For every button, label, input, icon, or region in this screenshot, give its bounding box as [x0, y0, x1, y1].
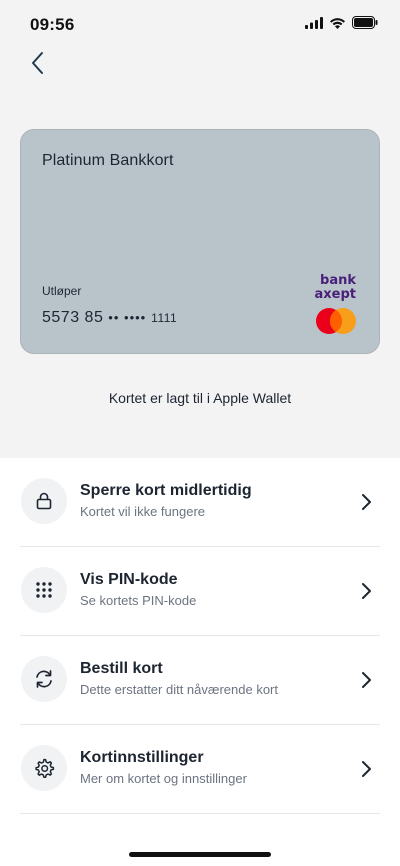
card-number: 5573 85 •• •••• 1111: [42, 309, 177, 327]
back-button[interactable]: [22, 48, 52, 82]
svg-text:axept: axept: [315, 287, 356, 301]
menu-item-subtitle: Mer om kortet og innstillinger: [80, 771, 247, 786]
gear-icon: [21, 745, 67, 791]
apple-wallet-note: Kortet er lagt til i Apple Wallet: [108, 390, 292, 406]
svg-text:bank: bank: [320, 273, 356, 288]
menu-item-subtitle: Se kortets PIN-kode: [80, 593, 197, 608]
card-name: Platinum Bankkort: [42, 152, 174, 169]
menu-item-show-pin[interactable]: Vis PIN-kode Se kortets PIN-kode: [0, 547, 400, 636]
status-time: 09:56: [30, 15, 75, 34]
wifi-icon: [329, 16, 346, 34]
menu-item-subtitle: Dette erstatter ditt nåværende kort: [80, 682, 278, 697]
battery-icon: [352, 16, 378, 34]
menu-item-title: Sperre kort midlertidig: [80, 482, 252, 499]
status-bar: 09:56: [0, 0, 400, 50]
bankaxept-logo: bank axept: [315, 273, 357, 302]
chevron-right-icon: [361, 671, 373, 689]
mastercard-logo: [314, 307, 358, 335]
chevron-right-icon: [361, 582, 373, 600]
keypad-icon: [21, 567, 67, 613]
home-indicator[interactable]: [129, 852, 271, 857]
menu-item-subtitle: Kortet vil ikke fungere: [80, 504, 206, 519]
chevron-right-icon: [361, 493, 373, 511]
card-number-last: 1111: [151, 311, 178, 325]
chevron-left-icon: [30, 51, 44, 80]
card-number-visible: 5573 85: [42, 309, 104, 326]
chevron-right-icon: [361, 760, 373, 778]
menu-item-card-settings[interactable]: Kortinnstillinger Mer om kortet og innst…: [0, 725, 400, 814]
menu-item-title: Bestill kort: [80, 660, 163, 677]
refresh-icon: [21, 656, 67, 702]
lock-icon: [21, 478, 67, 524]
menu-item-order-card[interactable]: Bestill kort Dette erstatter ditt nåvære…: [0, 636, 400, 725]
card-expiry-label: Utløper: [42, 284, 82, 298]
card-number-masked: •• ••••: [108, 310, 147, 325]
menu-item-block-card[interactable]: Sperre kort midlertidig Kortet vil ikke …: [0, 458, 400, 547]
divider: [20, 813, 380, 814]
signal-icon: [305, 16, 323, 34]
status-icons: [305, 16, 378, 34]
bank-card[interactable]: Platinum Bankkort Utløper 5573 85 •• •••…: [20, 129, 380, 354]
menu-item-title: Kortinnstillinger: [80, 749, 204, 766]
menu-item-title: Vis PIN-kode: [80, 571, 178, 588]
